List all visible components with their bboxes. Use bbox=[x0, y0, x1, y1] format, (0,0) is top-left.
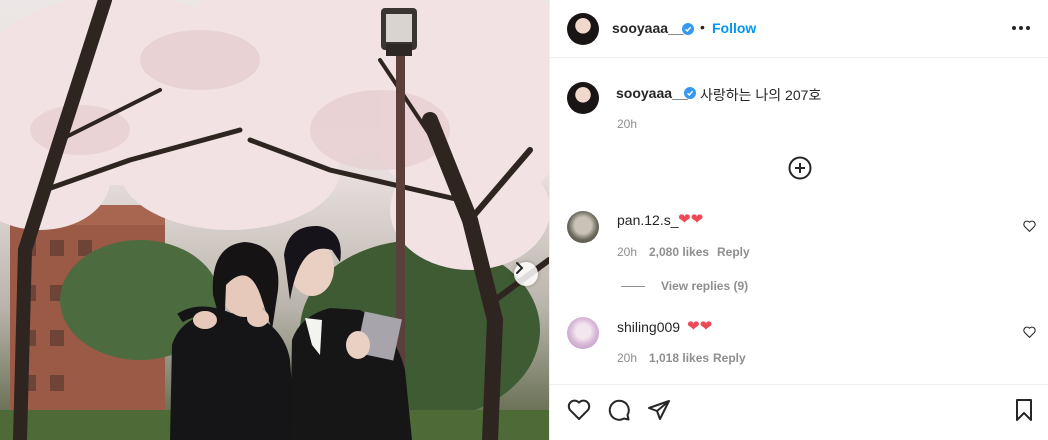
comment-text: ❤❤ bbox=[687, 318, 713, 335]
plus-circle-icon[interactable] bbox=[788, 156, 812, 180]
chevron-right-icon bbox=[516, 262, 524, 274]
post-side-panel: sooyaaa__ • Follow sooyaaa__ 사랑하는 나의 207… bbox=[549, 0, 1048, 440]
verified-badge-icon bbox=[684, 87, 696, 99]
caption-avatar[interactable] bbox=[567, 82, 599, 114]
author-username[interactable]: sooyaaa__ bbox=[612, 20, 684, 36]
reply-button[interactable]: Reply bbox=[717, 245, 750, 259]
more-options-icon[interactable] bbox=[1012, 20, 1032, 36]
caption-time: 20h bbox=[617, 117, 638, 131]
comment-time: 20h bbox=[617, 245, 638, 259]
header-separator: • bbox=[700, 19, 705, 35]
bookmark-icon[interactable] bbox=[1012, 398, 1036, 422]
send-icon[interactable] bbox=[647, 398, 671, 422]
comment-time: 20h bbox=[617, 351, 638, 365]
comment-icon[interactable] bbox=[607, 398, 631, 422]
next-photo-button[interactable] bbox=[514, 262, 538, 286]
post-photo bbox=[0, 0, 549, 440]
heart-icon[interactable] bbox=[1023, 220, 1036, 232]
caption-text: 사랑하는 나의 207호 bbox=[700, 87, 822, 103]
caption-username[interactable]: sooyaaa__ bbox=[616, 85, 688, 101]
post-header: sooyaaa__ • Follow bbox=[550, 0, 1048, 58]
view-replies-button[interactable]: View replies (9) bbox=[661, 279, 748, 293]
comment-text: ❤❤ bbox=[678, 211, 704, 228]
photo-illustration bbox=[0, 0, 549, 440]
commenter-avatar[interactable] bbox=[567, 317, 599, 349]
commenter-avatar[interactable] bbox=[567, 211, 599, 243]
comment-username[interactable]: pan.12.s_ bbox=[617, 212, 679, 228]
comment-likes[interactable]: 2,080 likes bbox=[649, 245, 709, 259]
comment-username[interactable]: shiling009 bbox=[617, 319, 680, 335]
follow-button[interactable]: Follow bbox=[712, 20, 756, 36]
reply-button[interactable]: Reply bbox=[713, 351, 746, 365]
action-bar bbox=[550, 384, 1048, 440]
view-replies-line bbox=[621, 286, 645, 287]
heart-icon[interactable] bbox=[567, 398, 591, 422]
verified-badge-icon bbox=[682, 23, 694, 35]
heart-icon[interactable] bbox=[1023, 326, 1036, 338]
author-avatar[interactable] bbox=[567, 13, 599, 45]
comment-likes[interactable]: 1,018 likes bbox=[649, 351, 709, 365]
